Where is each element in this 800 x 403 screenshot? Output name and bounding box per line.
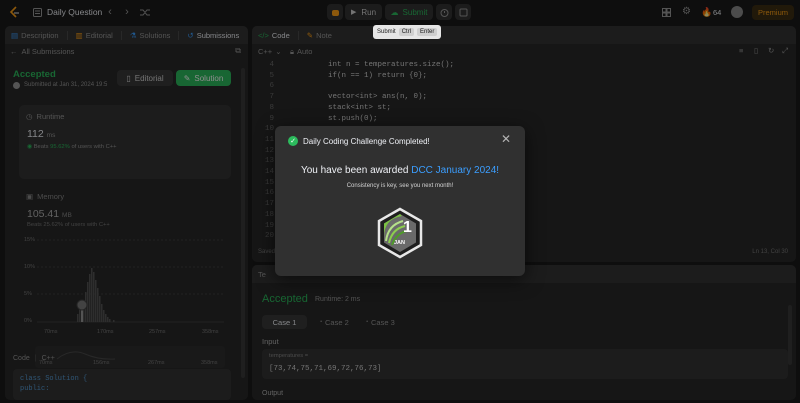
- modal-title: Daily Coding Challenge Completed!: [303, 137, 430, 146]
- badge-month: JAN: [394, 240, 406, 246]
- badge-number: 1: [403, 219, 412, 236]
- submit-shortcut-tooltip: Submit Ctrl Enter: [373, 25, 442, 39]
- check-circle-icon: ✓: [288, 136, 298, 146]
- award-text: You have been awarded DCC January 2024!: [300, 165, 500, 176]
- award-name: DCC January 2024!: [411, 165, 500, 176]
- close-icon[interactable]: ✕: [500, 133, 512, 145]
- dcc-badge: 1 JAN: [375, 207, 425, 259]
- award-subtitle: Consistency is key, see you next month!: [346, 183, 454, 189]
- award-modal: ✓ Daily Coding Challenge Completed! ✕ Yo…: [275, 126, 525, 276]
